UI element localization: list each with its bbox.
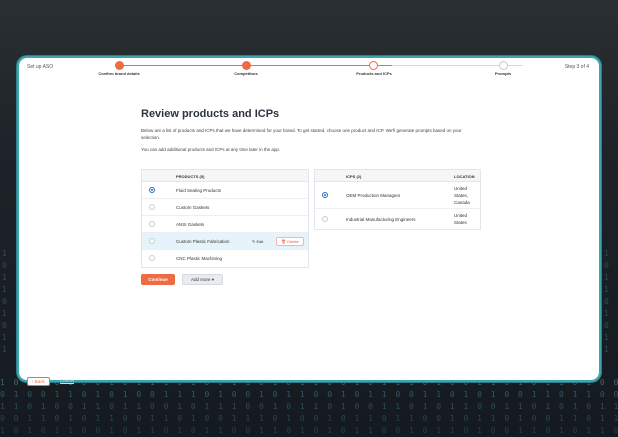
add-more-button[interactable]: Add more ▾ bbox=[182, 274, 223, 285]
product-radio[interactable] bbox=[149, 238, 155, 244]
step-3-dot[interactable] bbox=[369, 61, 378, 70]
icps-table: ICPS (2) LOCATION OEM Production Manager… bbox=[314, 169, 481, 230]
main-content: Review products and ICPs Below are a lis… bbox=[141, 108, 481, 152]
step-4-dot[interactable] bbox=[499, 61, 508, 70]
product-row[interactable]: Fluid Sealing Products bbox=[142, 182, 308, 199]
step-2-label: Competitors bbox=[234, 71, 258, 76]
progress-track-fill bbox=[119, 65, 392, 66]
product-name: Fluid Sealing Products bbox=[176, 188, 222, 193]
trash-icon: 🗑 bbox=[281, 239, 287, 244]
progress-header: Set up ASO Confirm brand details Competi… bbox=[19, 58, 599, 80]
icps-table-header: ICPS (2) LOCATION bbox=[315, 170, 480, 182]
product-name: Custom Gaskets bbox=[176, 205, 210, 210]
continue-button[interactable]: Continue bbox=[141, 274, 175, 285]
edit-product-button[interactable]: ✎ Edit bbox=[252, 239, 263, 244]
product-row[interactable]: Custom Gaskets bbox=[142, 199, 308, 216]
cancel-link[interactable]: Cancel bbox=[60, 378, 74, 383]
background-binary-row: 0 1 0 0 1 1 0 1 0 1 0 0 1 1 1 0 1 0 0 1 … bbox=[0, 390, 618, 399]
products-table-header: PRODUCTS (5) bbox=[142, 170, 308, 182]
setup-title: Set up ASO bbox=[27, 64, 54, 70]
product-radio[interactable] bbox=[149, 221, 155, 227]
step-2-dot[interactable] bbox=[242, 61, 251, 70]
setup-card: Set up ASO Confirm brand details Competi… bbox=[17, 56, 601, 382]
icp-name: OEM Production Managers bbox=[346, 193, 401, 198]
icps-header-label: ICPS (2) bbox=[346, 174, 362, 179]
product-row[interactable]: CNC Plastic Machining bbox=[142, 250, 308, 267]
product-radio[interactable] bbox=[149, 255, 155, 261]
product-row[interactable]: ANSI Gaskets bbox=[142, 216, 308, 233]
product-radio[interactable] bbox=[149, 204, 155, 210]
pencil-icon: ✎ bbox=[252, 239, 256, 244]
step-1-dot[interactable] bbox=[115, 61, 124, 70]
icp-name: Industrial Manufacturing Engineers bbox=[346, 217, 416, 222]
page-title: Review products and ICPs bbox=[141, 108, 280, 120]
icp-radio[interactable] bbox=[322, 216, 328, 222]
product-name: ANSI Gaskets bbox=[176, 222, 205, 227]
background-binary-row: 0 0 1 1 0 1 0 1 1 0 0 1 1 0 1 0 0 1 1 1 … bbox=[0, 414, 618, 423]
background-binary-right: 1 0 1 1 0 1 0 1 1 bbox=[604, 249, 609, 354]
icp-row[interactable]: OEM Production Managers United States, C… bbox=[315, 182, 480, 209]
icp-radio[interactable] bbox=[322, 192, 328, 198]
icp-row[interactable]: Industrial Manufacturing Engineers Unite… bbox=[315, 209, 480, 229]
product-name: CNC Plastic Machining bbox=[176, 256, 223, 261]
products-table: PRODUCTS (5) Fluid Sealing Products Cust… bbox=[141, 169, 309, 268]
background-binary-row: 1 1 0 1 0 0 1 1 0 1 1 0 0 1 0 1 1 1 0 0 … bbox=[0, 402, 618, 411]
product-row[interactable]: Custom Plastic Fabrication ✎ Edit 🗑 Dele… bbox=[142, 233, 308, 250]
product-radio[interactable] bbox=[149, 187, 155, 193]
step-counter: Step 3 of 4 bbox=[564, 64, 589, 70]
delete-product-button[interactable]: 🗑 Delete bbox=[276, 237, 304, 246]
product-name: Custom Plastic Fabrication bbox=[176, 239, 230, 244]
step-1-label: Confirm brand details bbox=[98, 71, 140, 76]
page-note: You can add additional products and ICPs… bbox=[141, 147, 281, 152]
icp-location: United States bbox=[454, 213, 468, 225]
location-header-label: LOCATION bbox=[454, 174, 475, 179]
step-3-label: Products and ICPs bbox=[356, 71, 392, 76]
step-4-label: Prompts bbox=[494, 71, 512, 76]
page-description: Below are a list of products and ICPs th… bbox=[141, 128, 462, 140]
icp-location: United States, Canada bbox=[454, 186, 470, 205]
products-header-label: PRODUCTS (5) bbox=[176, 174, 205, 179]
background-binary-left: 1 0 1 1 0 1 0 1 1 bbox=[2, 249, 7, 354]
back-button[interactable]: ‹ Back bbox=[27, 377, 50, 386]
background-binary-row: 1 0 1 0 1 1 0 0 1 0 1 1 0 1 0 1 1 0 0 1 … bbox=[0, 426, 618, 435]
